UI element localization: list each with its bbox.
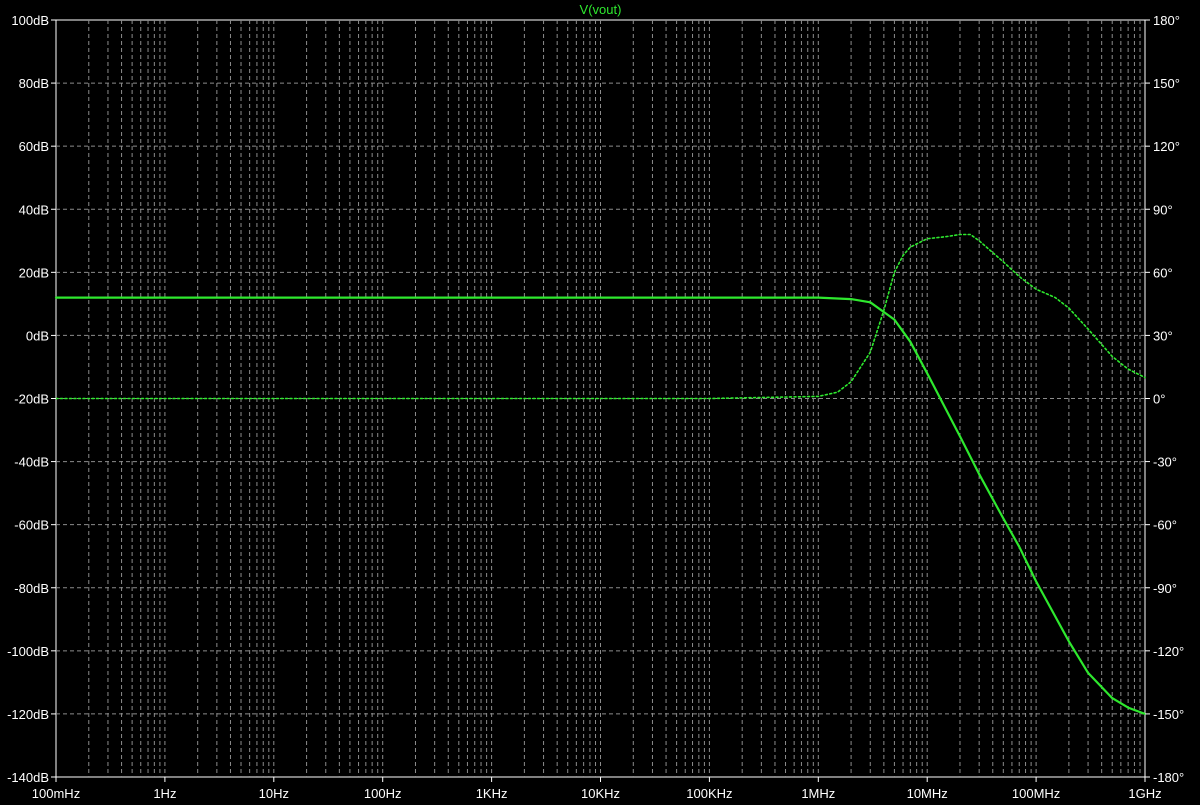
chart-title: V(vout) [580, 2, 622, 17]
y-tick-label: -20dB [14, 392, 49, 407]
y-tick-label: -80dB [14, 581, 49, 596]
bode-plot: 100dB 80dB 60dB 40dB 20dB 0dB -20dB -40dB -60dB -… [7, 2, 1184, 801]
x-tick-label: 1Hz [153, 786, 176, 801]
y2-tick-label: -60° [1153, 518, 1177, 533]
x-tick-label: 10Hz [259, 786, 289, 801]
x-tick-label: 100mHz [32, 786, 80, 801]
x-tick-label: 100Hz [364, 786, 402, 801]
y-tick-label: -40dB [14, 455, 49, 470]
y2-tick-label: -180° [1153, 770, 1184, 785]
y2-tick-label: 0° [1153, 392, 1165, 407]
x-tick-label: 100MHz [1012, 786, 1060, 801]
y-tick-label: -100dB [7, 644, 49, 659]
y-tick-label: 100dB [11, 13, 49, 28]
y2-tick-label: 60° [1153, 265, 1173, 280]
y-tick-label: 40dB [19, 202, 49, 217]
x-tick-label: 10KHz [581, 786, 620, 801]
y2-tick-label: 30° [1153, 328, 1173, 343]
x-tick-label: 100KHz [686, 786, 732, 801]
y2-tick-label: -120° [1153, 644, 1184, 659]
y2-tick-label: 180° [1153, 13, 1180, 28]
y-tick-label: 80dB [19, 76, 49, 91]
series-layer [54, 233, 1147, 716]
y2-tick-label: -30° [1153, 455, 1177, 470]
y-tick-label: 20dB [19, 265, 49, 280]
y-tick-label: -120dB [7, 707, 49, 722]
y2-tick-label: 120° [1153, 139, 1180, 154]
x-tick-label: 10MHz [907, 786, 948, 801]
y-tick-label: 60dB [19, 139, 49, 154]
x-tick-label: 1GHz [1128, 786, 1161, 801]
y-tick-label: -60dB [14, 518, 49, 533]
x-tick-label: 1MHz [801, 786, 835, 801]
y2-tick-label: 150° [1153, 76, 1180, 91]
y2-tick-label: 90° [1153, 202, 1173, 217]
y2-tick-label: -150° [1153, 707, 1184, 722]
y-tick-label: 0dB [26, 328, 49, 343]
y2-tick-label: -90° [1153, 581, 1177, 596]
y-tick-label: -140dB [7, 770, 49, 785]
x-tick-label: 1KHz [476, 786, 508, 801]
